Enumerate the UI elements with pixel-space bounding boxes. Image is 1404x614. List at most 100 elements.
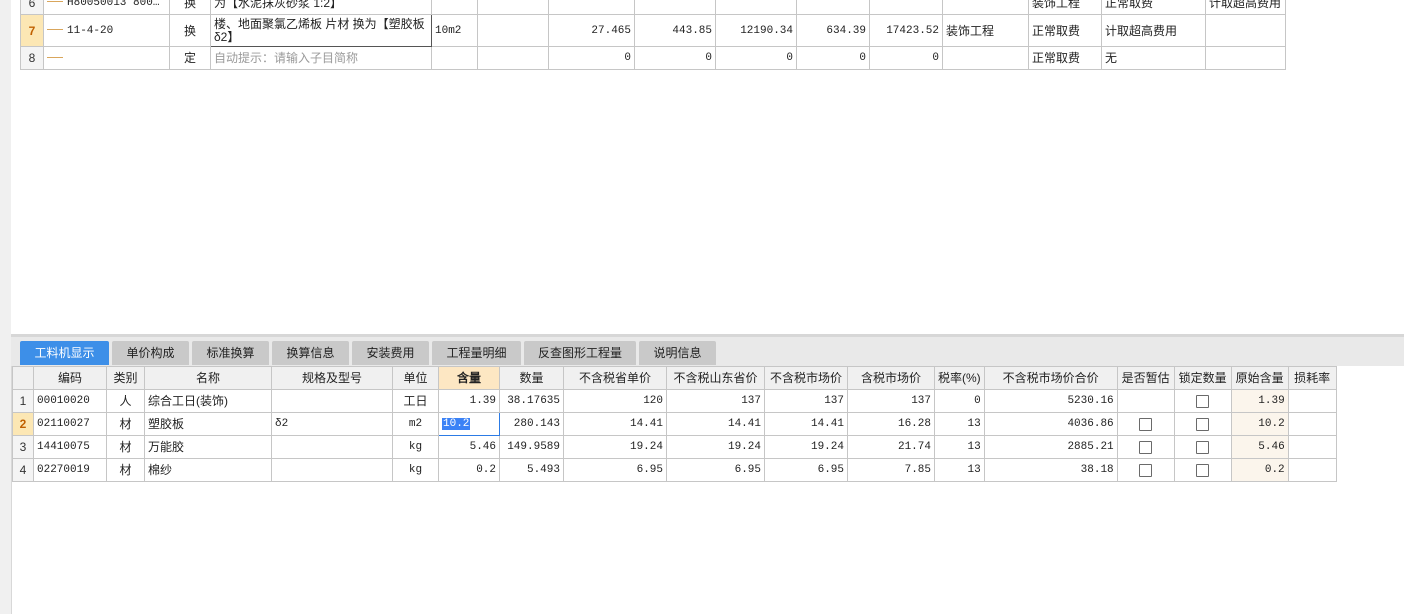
cell-market-price[interactable]: 19.24 <box>764 435 848 459</box>
row-name-hint[interactable]: 自动提示：请输入子目简称 <box>210 46 432 70</box>
row-extra[interactable] <box>1205 14 1286 47</box>
row-specialty[interactable]: 装饰工程 <box>1028 0 1102 15</box>
row-fee[interactable]: 正常取费 <box>1028 14 1102 47</box>
cell-market-price[interactable]: 14.41 <box>764 412 848 436</box>
row-super[interactable]: 计取超高费用 <box>1205 0 1286 15</box>
row-code[interactable]: H80050013 800… <box>43 0 170 15</box>
cell-province-price[interactable]: 14.41 <box>563 412 667 436</box>
header-market-total[interactable]: 不含税市场价合价 <box>983 366 1118 390</box>
cell-unit[interactable]: kg <box>392 435 439 459</box>
row-qty[interactable]: 0 <box>548 46 635 70</box>
quota-row[interactable]: 7 11-4-20 换 楼、地面聚氯乙烯板 片材 换为【塑胶板δ2】 10m2 … <box>20 14 1286 47</box>
cell-province-price[interactable]: 120 <box>563 389 667 413</box>
header-province-price[interactable]: 不含税省单价 <box>563 366 667 390</box>
material-row[interactable]: 4 02270019 材 棉纱 kg 0.2 5.493 6.95 6.95 6… <box>12 458 1337 482</box>
header-lock-quantity[interactable]: 锁定数量 <box>1173 366 1232 390</box>
cell-is-estimate[interactable] <box>1116 458 1175 482</box>
row-type[interactable]: 换 <box>169 14 211 47</box>
cell-code[interactable]: 14410075 <box>33 435 107 459</box>
row-specialty[interactable]: 装饰工程 <box>942 14 1029 47</box>
row-type[interactable]: 定 <box>169 46 211 70</box>
row-name[interactable]: 楼、地面聚氯乙烯板 片材 换为【塑胶板δ2】 <box>210 14 432 47</box>
cell-content[interactable]: 5.46 <box>438 435 500 459</box>
cell-market-price[interactable]: 137 <box>764 389 848 413</box>
cell-tax-rate[interactable]: 0 <box>934 389 985 413</box>
cell-name[interactable]: 综合工日(装饰) <box>144 389 272 413</box>
cell-shandong-price[interactable]: 137 <box>666 389 765 413</box>
row-price[interactable] <box>634 0 716 15</box>
tab-quantity-detail[interactable]: 工程量明细 <box>432 341 521 365</box>
cell-is-estimate[interactable] <box>1116 435 1175 459</box>
cell-content-editing[interactable]: 10.2 <box>438 412 500 436</box>
cell-market-price[interactable]: 6.95 <box>764 458 848 482</box>
cell-market-total[interactable]: 2885.21 <box>983 435 1118 459</box>
cell-quantity[interactable]: 5.493 <box>499 458 564 482</box>
cell-market-total[interactable]: 5230.16 <box>983 389 1118 413</box>
header-content[interactable]: 含量 <box>438 366 500 390</box>
cell-shandong-price[interactable]: 19.24 <box>666 435 765 459</box>
cell-category[interactable]: 人 <box>106 389 145 413</box>
lock-quantity-checkbox[interactable] <box>1196 464 1210 478</box>
row-total[interactable]: 0 <box>715 46 797 70</box>
cell-unit[interactable]: m2 <box>392 412 439 436</box>
tab-reverse-graphic-quantity[interactable]: 反查图形工程量 <box>524 341 636 365</box>
header-quantity[interactable]: 数量 <box>499 366 564 390</box>
row-qty-expr[interactable] <box>477 14 549 47</box>
cell-unit[interactable]: 工日 <box>392 389 439 413</box>
cell-province-price[interactable]: 6.95 <box>563 458 667 482</box>
cell-name[interactable]: 塑胶板 <box>144 412 272 436</box>
cell-category[interactable]: 材 <box>106 412 145 436</box>
cell-taxed-market-price[interactable]: 16.28 <box>847 412 935 436</box>
cell-quantity[interactable]: 149.9589 <box>499 435 564 459</box>
row-type[interactable]: 换 <box>169 0 211 15</box>
cell-market-total[interactable]: 4036.86 <box>983 412 1118 436</box>
cell-code[interactable]: 02110027 <box>33 412 107 436</box>
cell-market-total[interactable]: 38.18 <box>983 458 1118 482</box>
header-market-price[interactable]: 不含税市场价 <box>764 366 848 390</box>
header-code[interactable]: 编码 <box>33 366 107 390</box>
cell-code[interactable]: 00010020 <box>33 389 107 413</box>
tab-description[interactable]: 说明信息 <box>639 341 716 365</box>
cell-tax-rate[interactable]: 13 <box>934 435 985 459</box>
row-v1[interactable]: 0 <box>796 46 870 70</box>
row-extra[interactable] <box>1205 46 1286 70</box>
row-total[interactable]: 12190.34 <box>715 14 797 47</box>
row-qty-expr[interactable] <box>477 46 549 70</box>
cell-spec[interactable] <box>271 435 393 459</box>
row-price[interactable]: 443.85 <box>634 14 716 47</box>
cell-lock-quantity[interactable] <box>1173 435 1232 459</box>
cell-shandong-price[interactable]: 6.95 <box>666 458 765 482</box>
header-original-content[interactable]: 原始含量 <box>1230 366 1289 390</box>
quota-row[interactable]: 6 H80050013 800… 换 为【水泥抹灰砂浆 1:2】 装饰工程 正常… <box>20 0 1286 15</box>
header-taxed-market-price[interactable]: 含税市场价 <box>847 366 935 390</box>
row-fee[interactable]: 正常取费 <box>1028 46 1102 70</box>
cell-tax-rate[interactable]: 13 <box>934 412 985 436</box>
cell-category[interactable]: 材 <box>106 435 145 459</box>
is-estimate-checkbox[interactable] <box>1139 464 1153 478</box>
row-v2[interactable] <box>869 0 943 15</box>
selected-content-text[interactable]: 10.2 <box>442 418 471 430</box>
row-code[interactable] <box>43 46 170 70</box>
header-spec[interactable]: 规格及型号 <box>271 366 393 390</box>
cell-unit[interactable]: kg <box>392 458 439 482</box>
cell-is-estimate[interactable] <box>1116 412 1175 436</box>
header-unit[interactable]: 单位 <box>392 366 439 390</box>
row-super[interactable]: 无 <box>1101 46 1206 70</box>
cell-loss-rate[interactable] <box>1287 458 1337 482</box>
cell-category[interactable]: 材 <box>106 458 145 482</box>
cell-taxed-market-price[interactable]: 21.74 <box>847 435 935 459</box>
cell-quantity[interactable]: 280.143 <box>499 412 564 436</box>
is-estimate-checkbox[interactable] <box>1139 441 1153 455</box>
row-price[interactable]: 0 <box>634 46 716 70</box>
lock-quantity-checkbox[interactable] <box>1196 418 1210 432</box>
cell-taxed-market-price[interactable]: 137 <box>847 389 935 413</box>
header-tax-rate[interactable]: 税率(%) <box>934 366 985 390</box>
material-row[interactable]: 1 00010020 人 综合工日(装饰) 工日 1.39 38.17635 1… <box>12 389 1337 413</box>
tab-standard-conversion[interactable]: 标准换算 <box>192 341 269 365</box>
row-v3[interactable] <box>942 0 1029 15</box>
row-unit[interactable] <box>431 46 478 70</box>
cell-province-price[interactable]: 19.24 <box>563 435 667 459</box>
row-specialty[interactable] <box>942 46 1029 70</box>
cell-tax-rate[interactable]: 13 <box>934 458 985 482</box>
cell-loss-rate[interactable] <box>1287 389 1337 413</box>
